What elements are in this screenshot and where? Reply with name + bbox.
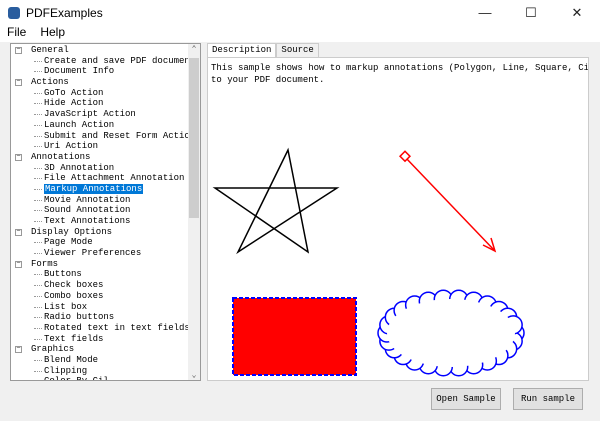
tree-item-label: Rotated text in text fields bbox=[44, 322, 190, 333]
tree-item-label: Create and save PDF document bbox=[44, 55, 196, 66]
tree-group[interactable]: − Display Options bbox=[11, 227, 200, 238]
tree-item-label: GoTo Action bbox=[44, 87, 104, 98]
maximize-button[interactable]: ☐ bbox=[508, 0, 554, 25]
tree-item[interactable]: Document Info bbox=[11, 66, 200, 77]
tree-item-label: Page Mode bbox=[44, 237, 93, 248]
tab-description[interactable]: Description bbox=[207, 43, 277, 58]
tree-item[interactable]: Clipping bbox=[11, 366, 200, 377]
tree-item[interactable]: Text fields bbox=[11, 334, 200, 345]
tree-item[interactable]: Page Mode bbox=[11, 237, 200, 248]
tree-item[interactable]: GoTo Action bbox=[11, 88, 200, 99]
tree-group[interactable]: − Actions bbox=[11, 77, 200, 88]
tree-item-label: Launch Action bbox=[44, 119, 115, 130]
scroll-down-icon[interactable]: ⌄ bbox=[188, 370, 200, 380]
tree-group-label: Graphics bbox=[31, 344, 75, 355]
tab-source[interactable]: Source bbox=[276, 43, 319, 58]
cloud-fill bbox=[387, 299, 515, 367]
tree-item[interactable]: Hide Action bbox=[11, 98, 200, 109]
collapse-icon[interactable]: − bbox=[15, 346, 22, 354]
run-sample-button[interactable]: Run sample bbox=[513, 388, 583, 410]
tree-item[interactable]: Check boxes bbox=[11, 280, 200, 291]
description-panel: This sample shows how to markup annotati… bbox=[207, 57, 589, 381]
tree-item-label: Buttons bbox=[44, 269, 82, 280]
menu-file[interactable]: File bbox=[0, 25, 33, 42]
square-annotation bbox=[232, 297, 357, 376]
line-annotation bbox=[404, 156, 496, 252]
tree-group[interactable]: − Annotations bbox=[11, 152, 200, 163]
app-icon bbox=[8, 6, 20, 19]
tree-item[interactable]: Radio buttons bbox=[11, 312, 200, 323]
tree-item-label: Viewer Preferences bbox=[44, 248, 142, 259]
close-button[interactable]: ✕ bbox=[554, 0, 600, 25]
tree-item[interactable]: JavaScript Action bbox=[11, 109, 200, 120]
collapse-icon[interactable]: − bbox=[15, 47, 22, 54]
tree-group[interactable]: − Forms bbox=[11, 259, 200, 270]
tab-bar: Description Source bbox=[207, 43, 319, 58]
tree-item[interactable]: Text Annotations bbox=[11, 216, 200, 227]
tree-item-label: File Attachment Annotation bbox=[44, 173, 185, 184]
tree-group-label: Actions bbox=[31, 77, 69, 88]
cloud-circle-annotation bbox=[377, 289, 525, 377]
tree-item-label: Submit and Reset Form Actions bbox=[44, 130, 201, 141]
tree-item[interactable]: Submit and Reset Form Actions bbox=[11, 131, 200, 142]
tree-item-label: List box bbox=[44, 301, 88, 312]
tree-item[interactable]: 3D Annotation bbox=[11, 163, 200, 174]
tree-item-label: Clipping bbox=[44, 365, 88, 376]
annotation-preview bbox=[212, 147, 525, 377]
collapse-icon[interactable]: − bbox=[15, 153, 22, 161]
tree-item-label: Check boxes bbox=[44, 280, 104, 291]
tree-item[interactable]: List box bbox=[11, 302, 200, 313]
tree-item-label: Movie Annotation bbox=[44, 194, 131, 205]
minimize-button[interactable]: — bbox=[462, 0, 508, 25]
tree-item-label: JavaScript Action bbox=[44, 109, 136, 120]
polygon-star-annotation bbox=[212, 147, 340, 255]
scroll-up-icon[interactable]: ⌃ bbox=[188, 44, 200, 54]
scrollbar-thumb[interactable] bbox=[189, 58, 199, 218]
tree-item-label: Text Annotations bbox=[44, 216, 131, 226]
tree-item-label: Blend Mode bbox=[44, 354, 99, 365]
tree-item[interactable]: Combo boxes bbox=[11, 291, 200, 302]
tree-group-label: Display Options bbox=[31, 226, 113, 237]
tree-item[interactable]: File Attachment Annotation bbox=[11, 173, 200, 184]
tree-item-label: Hide Action bbox=[44, 98, 104, 109]
tree-item[interactable]: Viewer Preferences bbox=[11, 248, 200, 259]
tree-item[interactable]: Create and save PDF document bbox=[11, 56, 200, 67]
tree-scrollbar[interactable]: ⌃ ⌄ bbox=[188, 44, 200, 380]
tree-item[interactable]: Movie Annotation bbox=[11, 195, 200, 206]
title-bar: PDFExamples — ☐ ✕ bbox=[0, 0, 600, 25]
open-sample-button[interactable]: Open Sample bbox=[431, 388, 501, 410]
sample-tree[interactable]: − General Create and save PDF document Docu… bbox=[10, 43, 201, 381]
tree-item-label: Markup Annotations bbox=[44, 183, 144, 194]
tree-item-label: 3D Annotation bbox=[44, 162, 115, 173]
tree-group[interactable]: − General bbox=[11, 45, 200, 56]
tree-group[interactable]: − Graphics bbox=[11, 344, 200, 355]
tree-item-label: Combo boxes bbox=[44, 290, 104, 301]
tree-item[interactable]: Uri Action bbox=[11, 141, 200, 152]
tree-item[interactable]: Sound Annotation bbox=[11, 205, 200, 216]
menu-bar: File Help bbox=[0, 25, 600, 42]
menu-help[interactable]: Help bbox=[33, 25, 72, 42]
tree-item[interactable]: Blend Mode bbox=[11, 355, 200, 366]
tree-item-label: Sound Annotation bbox=[44, 205, 131, 216]
collapse-icon[interactable]: − bbox=[15, 79, 22, 87]
collapse-icon[interactable]: − bbox=[15, 260, 22, 268]
tree-item-label: Color By Cil bbox=[44, 376, 109, 380]
tree-item-label: Text fields bbox=[44, 333, 104, 344]
tree-item-label: Document Info bbox=[44, 66, 115, 77]
tree-item[interactable]: Color By Cil bbox=[11, 376, 200, 380]
collapse-icon[interactable]: − bbox=[15, 228, 22, 236]
tree-item[interactable]: Markup Annotations bbox=[11, 183, 200, 195]
tree-item-label: Uri Action bbox=[44, 141, 99, 152]
tree-item-label: Radio buttons bbox=[44, 312, 115, 323]
tree-item[interactable]: Launch Action bbox=[11, 120, 200, 131]
tree-group-label: Annotations bbox=[31, 151, 91, 162]
tree-item[interactable]: Rotated text in text fields bbox=[11, 323, 200, 334]
tree-group-label: General bbox=[31, 45, 69, 55]
tree-item[interactable]: Buttons bbox=[11, 269, 200, 280]
window-title: PDFExamples bbox=[26, 5, 103, 20]
tree-group-label: Forms bbox=[31, 258, 59, 269]
